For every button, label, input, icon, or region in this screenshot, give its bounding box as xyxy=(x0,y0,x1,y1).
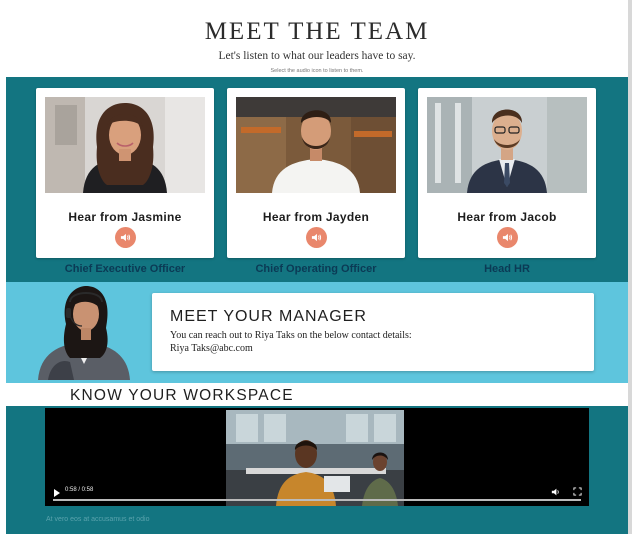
workspace-video-player[interactable]: 0:58 / 0:58 xyxy=(45,408,589,506)
workspace-section: 0:58 / 0:58 At vero eos at accusamus et … xyxy=(6,406,628,534)
video-controls: 0:58 / 0:58 xyxy=(45,482,589,506)
video-caption: At vero eos at accusamus et odio xyxy=(46,516,150,523)
manager-contact: You can reach out to Riya Taks on the be… xyxy=(170,330,412,355)
role-jacob: Head HR xyxy=(484,263,530,275)
page-title: MEET THE TEAM xyxy=(204,18,430,45)
video-seek-bar[interactable] xyxy=(53,499,581,501)
manager-contact-line: You can reach out to Riya Taks on the be… xyxy=(170,330,412,341)
jasmine-photo-image xyxy=(45,97,205,193)
team-card-jacob: Hear from Jacob xyxy=(418,88,596,258)
speaker-icon xyxy=(502,233,513,242)
audio-button[interactable] xyxy=(497,227,518,248)
audio-button[interactable] xyxy=(115,227,136,248)
scrollbar-track[interactable] xyxy=(628,0,632,534)
volume-icon[interactable] xyxy=(551,487,561,497)
jayden-photo-image xyxy=(236,97,396,193)
fullscreen-icon[interactable] xyxy=(573,487,582,496)
card-name: Hear from Jasmine xyxy=(68,210,182,224)
role-jasmine: Chief Executive Officer xyxy=(64,263,186,275)
team-section: Hear from Jasmine Hear from Jayden Hear … xyxy=(6,77,628,282)
workspace-title: KNOW YOUR WORKSPACE xyxy=(70,387,294,404)
jacob-photo xyxy=(427,97,587,193)
speaker-icon xyxy=(311,233,322,242)
team-card-jasmine: Hear from Jasmine xyxy=(36,88,214,258)
page-subtitle: Let's listen to what our leaders have to… xyxy=(218,50,416,62)
card-name: Hear from Jayden xyxy=(262,210,370,224)
jayden-photo xyxy=(236,97,396,193)
manager-title: MEET YOUR MANAGER xyxy=(170,308,367,325)
jacob-photo-image xyxy=(427,97,587,193)
audio-hint: Select the audio icon to listen to them. xyxy=(270,68,364,74)
page: MEET THE TEAM Let's listen to what our l… xyxy=(6,0,628,534)
speaker-icon xyxy=(120,233,131,242)
audio-button[interactable] xyxy=(306,227,327,248)
play-icon[interactable] xyxy=(53,488,61,498)
manager-email: Riya Taks@abc.com xyxy=(170,342,253,354)
manager-avatar xyxy=(38,286,130,380)
manager-card: MEET YOUR MANAGER You can reach out to R… xyxy=(152,293,594,371)
role-jayden: Chief Operating Officer xyxy=(255,263,377,275)
jasmine-photo xyxy=(45,97,205,193)
video-time: 0:58 / 0:58 xyxy=(65,487,94,493)
card-name: Hear from Jacob xyxy=(457,210,557,224)
manager-section: MEET YOUR MANAGER You can reach out to R… xyxy=(6,282,628,383)
team-card-jayden: Hear from Jayden xyxy=(227,88,405,258)
